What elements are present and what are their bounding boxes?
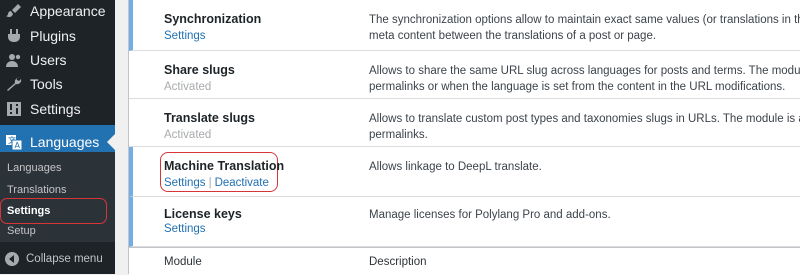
module-description: Allows to translate custom post types an… [369,111,800,143]
admin-sidebar: Appearance Plugins Users Tools Settings … [0,0,115,274]
description-line: Allows to share the same URL slug across… [369,65,800,77]
row-actions: Settings [164,30,206,42]
translation-icon: 文A [4,132,24,152]
menu-label: Users [30,52,67,68]
column-header-description: Description [369,256,427,268]
submenu-item-languages[interactable]: Languages [7,162,61,174]
description-line: Allows to translate custom post types an… [369,113,800,125]
menu-label: Plugins [30,28,76,44]
menu-label: Languages [30,134,100,150]
settings-link[interactable]: Settings [164,30,206,42]
table-row: Machine Translation Settings | Deactivate … [129,147,800,197]
settings-link[interactable]: Settings [164,177,206,189]
module-description: Allows to share the same URL slug across… [369,63,800,95]
row-actions: Activated [164,129,211,141]
table-row: Translate slugs Activated Allows to tran… [129,99,800,147]
settings-highlight-outline [0,198,107,224]
table-row: Synchronization Settings The synchroniza… [129,0,800,51]
row-actions: Settings | Deactivate [164,177,269,189]
collapse-menu-button[interactable]: Collapse menu [0,246,115,272]
description-line: permalinks or when the language is set f… [369,81,786,93]
submenu-item-setup[interactable]: Setup [7,225,36,237]
description-line: Manage licenses for Polylang Pro and add… [369,209,611,221]
action-separator: | [208,177,212,189]
status-text: Activated [164,81,212,93]
description-line: Allows linkage to DeepL translate. [369,161,542,173]
module-name: Synchronization [164,12,262,26]
paintbrush-icon [4,1,24,21]
menu-label: Settings [30,101,81,117]
module-description: Allows linkage to DeepL translate. [369,159,800,175]
module-name: Machine Translation [164,159,285,173]
menu-item-settings[interactable]: Settings [0,92,115,126]
module-name: Translate slugs [164,111,256,125]
description-line: meta content between the translations of… [369,30,657,42]
module-name: Share slugs [164,63,235,77]
column-header-module[interactable]: Module [164,256,202,268]
table-footer: Module Description [129,247,800,275]
row-actions: Activated [164,81,211,93]
languages-submenu: Languages Translations Settings Setup [0,152,115,242]
menu-label: Appearance [30,3,106,19]
collapse-menu-label: Collapse menu [26,253,103,265]
module-name: License keys [164,207,242,221]
wrench-icon [4,74,24,94]
description-line: The synchronization options allow to mai… [369,14,800,26]
description-line: permalinks. [369,129,428,141]
module-description: The synchronization options allow to mai… [369,12,800,44]
deactivate-link[interactable]: Deactivate [215,177,269,189]
status-text: Activated [164,129,212,141]
table-row: License keys Settings Manage licenses fo… [129,197,800,247]
module-description: Manage licenses for Polylang Pro and add… [369,207,800,223]
settings-icon [4,99,24,119]
row-actions: Settings [164,223,206,235]
collapse-arrow-icon [4,251,20,267]
table-row: Share slugs Activated Allows to share th… [129,51,800,99]
svg-text:A: A [15,141,21,150]
modules-table: Synchronization Settings The synchroniza… [128,0,800,275]
submenu-item-translations[interactable]: Translations [7,184,67,196]
settings-link[interactable]: Settings [164,223,206,235]
menu-label: Tools [30,76,63,92]
